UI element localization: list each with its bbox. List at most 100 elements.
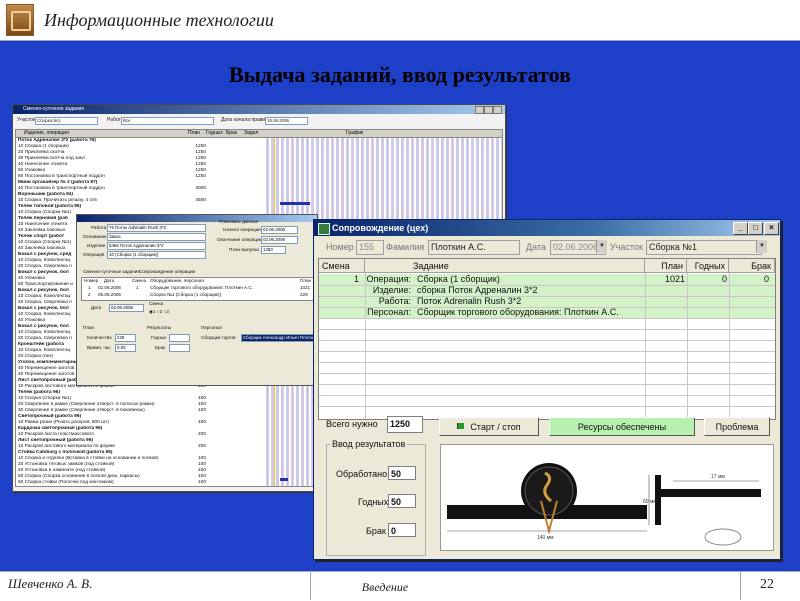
qty-field[interactable]: 229 bbox=[115, 334, 136, 342]
column-header[interactable]: Изделие, операция bbox=[24, 130, 69, 136]
dim-length: 140 мм bbox=[537, 535, 554, 541]
column-header[interactable]: Задел bbox=[244, 130, 258, 136]
column-header: Смена bbox=[132, 278, 147, 283]
end-date-field[interactable]: 02.06.2006 bbox=[261, 236, 298, 244]
row-label: Персонал: bbox=[367, 307, 411, 317]
chevron-down-icon[interactable]: ▼ bbox=[756, 240, 767, 253]
row-label: Операция: bbox=[366, 274, 411, 284]
maximize-button[interactable]: □ bbox=[748, 222, 763, 235]
column-header-task[interactable]: Задание bbox=[365, 259, 645, 273]
good-label: Годных bbox=[358, 497, 389, 507]
time-field[interactable]: 0.00 bbox=[115, 344, 136, 352]
minimize-button[interactable] bbox=[475, 106, 484, 114]
product-field[interactable]: 5466 Поток Адреналин 3*2 bbox=[107, 242, 206, 250]
shift-label: Смена bbox=[149, 301, 164, 306]
defect-field[interactable]: 0 bbox=[388, 523, 416, 537]
output-field[interactable]: 1250 bbox=[261, 246, 286, 254]
table-row[interactable]: Персонал: Сборщик торгового оборудования… bbox=[319, 307, 775, 318]
personnel-cell: Сборщик торгового оборудования: Плоткин … bbox=[417, 307, 619, 317]
tab-daily-tasks[interactable]: Сменно-суточные задания bbox=[83, 269, 140, 274]
processed-label: Обработано bbox=[336, 469, 388, 479]
column-header-defect[interactable]: Брак bbox=[729, 259, 775, 273]
tracking-grid[interactable]: Смена Задание План Годных Брак 1 Операци… bbox=[318, 258, 776, 420]
work-cell: Поток Adrenalin Rush 3*2 bbox=[417, 296, 522, 306]
good-label: Годных bbox=[151, 335, 167, 340]
column-header[interactable]: План bbox=[188, 130, 200, 136]
section-select[interactable]: Сборка №1 bbox=[35, 117, 98, 125]
list-item[interactable]: 1021 bbox=[300, 285, 310, 290]
list-item[interactable]: Сборщик торгового оборудования: Плоткин … bbox=[150, 285, 253, 290]
list-item[interactable]: 229 bbox=[300, 292, 308, 297]
defect-cell: 0 bbox=[763, 274, 769, 284]
base-field[interactable]: Заказ bbox=[107, 233, 206, 241]
section-field[interactable]: Сборка №1 bbox=[646, 240, 762, 255]
column-header-shift[interactable]: Смена bbox=[319, 259, 365, 273]
tracking-window-titlebar: Сопровождение (цех) _ □ × bbox=[314, 220, 780, 236]
start-date-field[interactable]: 16.06.2006 bbox=[265, 117, 308, 125]
problem-button[interactable]: Проблема bbox=[704, 417, 770, 436]
table-row[interactable]: Изделие: сборка Поток Адреналин 3*2 bbox=[319, 285, 775, 296]
plan-label: План bbox=[83, 325, 95, 330]
row-label: Изделие: bbox=[372, 285, 411, 295]
drawing-svg: 140 мм 17 мм 60 мм bbox=[447, 463, 761, 546]
start-date-field[interactable]: 02.06.2006 bbox=[261, 226, 298, 234]
column-header[interactable]: График bbox=[346, 130, 363, 136]
start-stop-button[interactable]: Старт / стоп bbox=[439, 417, 539, 436]
list-item[interactable]: 1 bbox=[136, 285, 139, 290]
chevron-down-icon[interactable]: ▼ bbox=[596, 240, 607, 253]
flag-icon bbox=[457, 423, 465, 429]
qty-label: Количество bbox=[87, 335, 112, 340]
work-details-titlebar bbox=[77, 215, 317, 222]
window-title: Сопровождение (цех) bbox=[332, 223, 429, 233]
good-field[interactable] bbox=[169, 334, 190, 342]
date-field[interactable]: 02.06.2006 bbox=[109, 304, 144, 312]
defect-label: Брак bbox=[155, 345, 166, 350]
list-item[interactable]: 2 bbox=[88, 292, 91, 297]
maximize-button[interactable] bbox=[484, 106, 493, 114]
date-label: Дата bbox=[91, 305, 102, 310]
dim-width: 17 мм bbox=[711, 474, 725, 480]
table-row[interactable]: 1 Операция: Сборка (1 сборщик) 1021 0 0 bbox=[319, 274, 775, 285]
list-item[interactable]: 1 bbox=[88, 285, 91, 290]
column-header: Дата bbox=[104, 278, 115, 283]
total-label: Всего нужно bbox=[326, 419, 378, 429]
good-field[interactable]: 50 bbox=[388, 494, 416, 508]
column-header: Оборудование, персонал bbox=[150, 278, 205, 283]
work-select[interactable]: Все bbox=[121, 117, 214, 125]
filter-bar: Участок Сборка №1 Работа Все Дата начала… bbox=[15, 117, 501, 125]
task-list[interactable]: Номер Дата Смена Оборудование, персонал … bbox=[81, 277, 315, 301]
author: Шевченко А. В. bbox=[8, 576, 93, 591]
processed-field[interactable]: 50 bbox=[388, 466, 416, 480]
page-number: 22 bbox=[760, 577, 774, 592]
worker-label: Сборщик торгов bbox=[201, 335, 236, 340]
tab-operation-tracking[interactable]: Сопровождение операции bbox=[139, 269, 195, 274]
tracking-header: Номер 155 Фамилия Плоткин А.С. Дата 02.0… bbox=[314, 237, 780, 257]
close-button[interactable] bbox=[493, 106, 502, 114]
operation-field[interactable]: 10 (Сборка (1 сборщик)) bbox=[107, 251, 206, 259]
start-label: Начало операции bbox=[223, 227, 261, 232]
logo-icon bbox=[6, 4, 34, 36]
slide-title: Выдача заданий, ввод результатов bbox=[229, 62, 571, 87]
list-item[interactable]: Сборка №1 (Сборка (1 сборщик)) bbox=[150, 292, 221, 297]
row-plan: 100 bbox=[197, 480, 206, 485]
defect-field[interactable] bbox=[169, 344, 190, 352]
shift-radio[interactable]: ◉1 ○2 ○3 bbox=[149, 309, 169, 315]
close-button[interactable]: × bbox=[764, 222, 779, 235]
column-header: Номер bbox=[84, 278, 99, 283]
list-item[interactable]: 02.06.2006 bbox=[98, 285, 121, 290]
table-row[interactable]: Работа: Поток Adrenalin Rush 3*2 bbox=[319, 296, 775, 307]
number-field[interactable]: 155 bbox=[356, 240, 384, 255]
minimize-button[interactable]: _ bbox=[733, 222, 748, 235]
surname-field[interactable]: Плоткин А.С. bbox=[428, 240, 520, 255]
dim-height: 60 мм bbox=[643, 499, 657, 505]
total-field[interactable]: 1250 bbox=[387, 416, 423, 433]
worker-field[interactable]: Сборщик Александр Ильич Плоткин bbox=[241, 334, 314, 342]
column-header-good[interactable]: Годных bbox=[687, 259, 729, 273]
column-header[interactable]: Годных bbox=[206, 130, 223, 136]
defect-label: Брак bbox=[366, 526, 386, 536]
resources-button[interactable]: Ресурсы обеспечены bbox=[549, 417, 695, 436]
list-item[interactable]: 05.06.2006 bbox=[98, 292, 121, 297]
column-header[interactable]: Брак bbox=[226, 130, 237, 136]
work-field[interactable]: 76 Поток Adrenalin Rush 3*2 bbox=[107, 224, 206, 232]
column-header-plan[interactable]: План bbox=[645, 259, 687, 273]
